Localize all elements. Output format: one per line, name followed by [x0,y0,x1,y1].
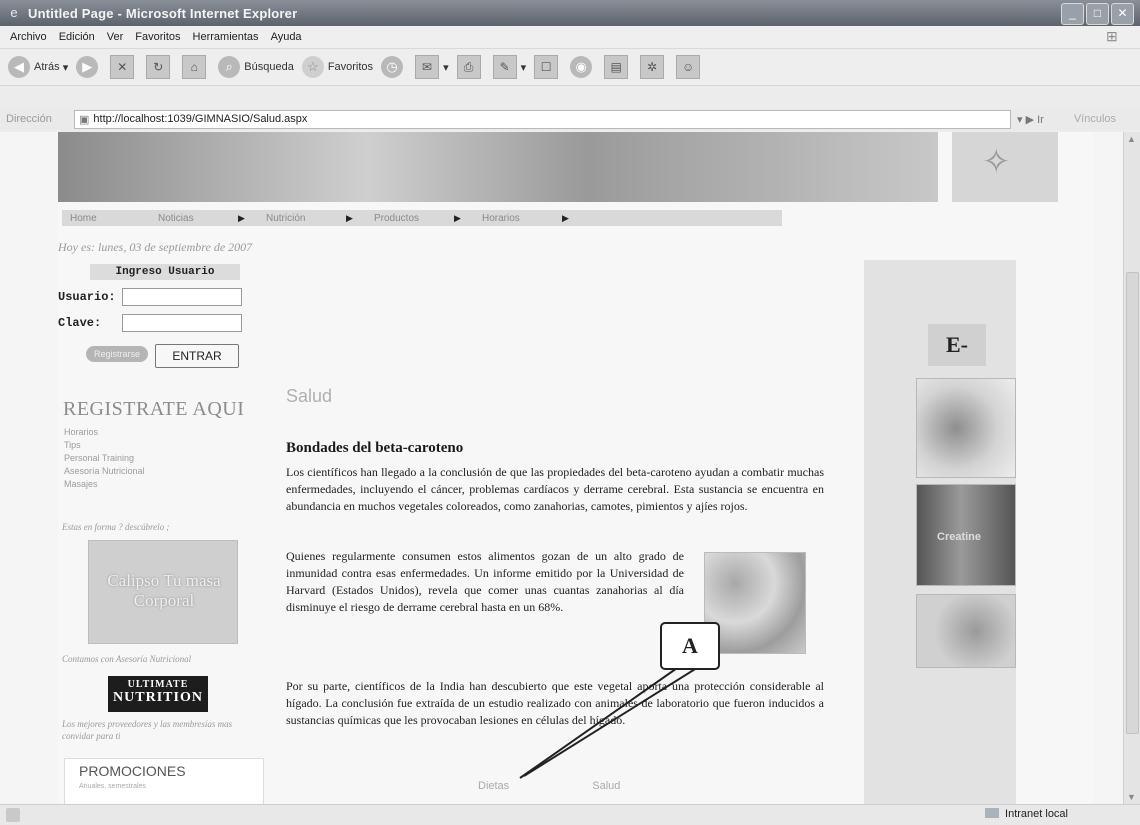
status-bar: Intranet local [0,804,1140,825]
browser-window: e Untitled Page - Microsoft Internet Exp… [0,0,1140,825]
page-status-icon [6,808,20,822]
security-zone: Intranet local [985,808,1068,820]
annotation-arrow [519,665,701,779]
annotation-callout: A [660,622,720,670]
